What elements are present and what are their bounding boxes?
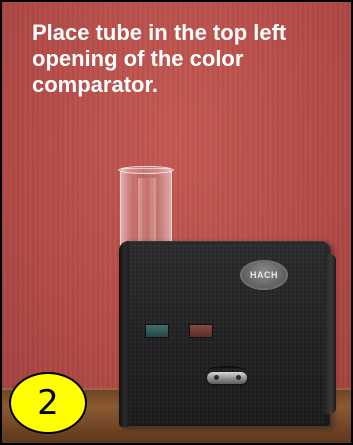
step-number: 2 <box>37 383 59 423</box>
knob-dot-left <box>214 375 219 380</box>
color-disc-knob <box>207 372 247 384</box>
instruction-text: Place tube in the top left opening of th… <box>32 20 287 97</box>
step-number-badge: 2 <box>9 372 87 434</box>
comparator-spine <box>119 241 129 427</box>
viewing-window-left <box>145 324 169 338</box>
comparator-side <box>324 254 336 414</box>
sample-tube-rim <box>118 166 174 174</box>
hach-logo-text: HACH <box>250 270 278 280</box>
illustration-frame: Place tube in the top left opening of th… <box>0 0 353 445</box>
viewing-window-right <box>189 324 213 338</box>
sample-tube <box>120 168 172 248</box>
knob-dot-right <box>236 375 241 380</box>
hach-logo-badge: HACH <box>240 260 288 290</box>
